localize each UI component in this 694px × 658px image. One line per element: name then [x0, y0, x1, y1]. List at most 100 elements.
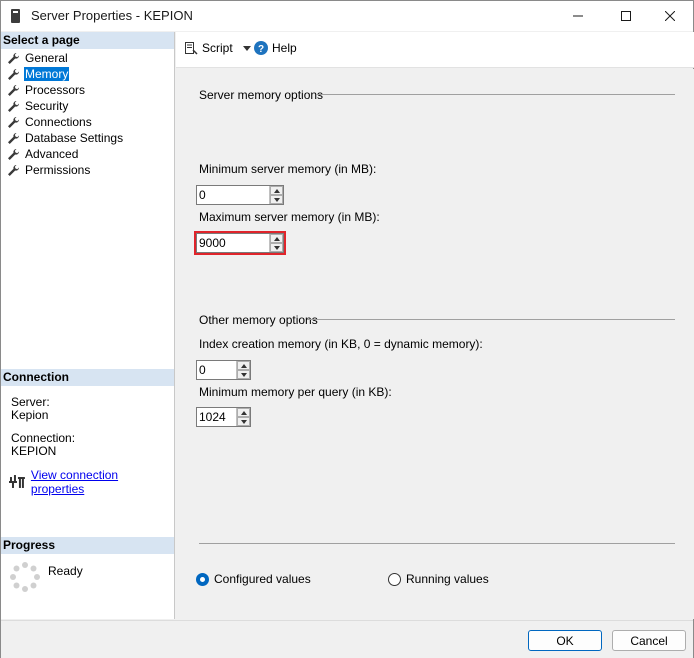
radio-button-unchecked[interactable] [388, 572, 401, 586]
stepper-up-button[interactable] [237, 408, 250, 417]
stepper-buttons [236, 361, 250, 379]
arrow-down-icon [240, 419, 247, 424]
bottom-divider [199, 543, 675, 544]
sidebar-item-label: Advanced [25, 147, 79, 161]
ok-button[interactable]: OK [528, 630, 602, 651]
chevron-down-icon[interactable] [242, 45, 251, 51]
svg-text:?: ? [258, 44, 264, 55]
wrench-icon [8, 52, 20, 64]
sidebar-item-label: General [25, 51, 68, 65]
help-label: Help [272, 41, 297, 55]
stepper-up-button[interactable] [237, 361, 250, 370]
min-server-memory-label: Minimum server memory (in MB): [199, 162, 377, 176]
sidebar-item-label: Database Settings [25, 131, 124, 145]
connection-icon [9, 475, 25, 488]
group-divider [316, 94, 675, 95]
sidebar-item-label: Memory [24, 67, 70, 81]
min-memory-per-query-stepper[interactable] [196, 407, 251, 427]
min-memory-per-query-label: Minimum memory per query (in KB): [199, 385, 392, 399]
sidebar-item-label: Security [25, 99, 69, 113]
sidebar-item-label: Connections [25, 115, 92, 129]
connection-info: Connection: KEPION [11, 432, 75, 458]
maximize-icon [621, 11, 631, 21]
sidebar-item-memory[interactable]: Memory [1, 66, 174, 82]
max-server-memory-label: Maximum server memory (in MB): [199, 210, 380, 224]
memory-page: Server memory options Minimum server mem… [176, 69, 694, 619]
running-values-radio[interactable]: Running values [388, 572, 489, 586]
progress-spinner-icon [10, 562, 40, 592]
cancel-button[interactable]: Cancel [612, 630, 686, 651]
index-creation-memory-label: Index creation memory (in KB, 0 = dynami… [199, 337, 483, 351]
stepper-down-button[interactable] [270, 243, 283, 252]
max-server-memory-input[interactable] [197, 234, 269, 252]
script-button[interactable]: Script [184, 41, 251, 55]
index-creation-memory-stepper[interactable] [196, 360, 251, 380]
configured-values-label: Configured values [214, 572, 311, 586]
index-creation-memory-input[interactable] [197, 361, 236, 379]
sidebar-item-connections[interactable]: Connections [1, 114, 174, 130]
window-title: Server Properties - KEPION [31, 8, 193, 23]
help-icon: ? [254, 41, 268, 55]
group-divider [307, 319, 675, 320]
arrow-down-icon [273, 197, 280, 202]
wrench-icon [8, 148, 20, 160]
progress-header: Progress [1, 537, 174, 554]
minimize-button[interactable] [555, 1, 601, 31]
arrow-up-icon [273, 188, 280, 193]
stepper-buttons [269, 234, 283, 252]
other-memory-options-title: Other memory options [199, 313, 318, 327]
view-connection-link[interactable]: View connection properties [31, 468, 174, 496]
min-server-memory-stepper[interactable] [196, 185, 284, 205]
arrow-up-icon [240, 363, 247, 368]
wrench-icon [8, 84, 20, 96]
sidebar-item-advanced[interactable]: Advanced [1, 146, 174, 162]
sidebar-item-label: Permissions [25, 163, 91, 177]
view-connection-properties[interactable]: View connection properties [9, 468, 174, 496]
server-memory-options-title: Server memory options [199, 88, 324, 102]
stepper-down-button[interactable] [237, 370, 250, 379]
maximize-button[interactable] [603, 1, 649, 31]
radio-button-checked[interactable] [196, 572, 209, 586]
wrench-icon [8, 68, 20, 80]
arrow-down-icon [273, 245, 280, 250]
wrench-icon [8, 100, 20, 112]
wrench-icon [8, 164, 20, 176]
left-pane: Select a page General Memory Processors … [1, 32, 175, 619]
sidebar-item-processors[interactable]: Processors [1, 82, 174, 98]
help-button[interactable]: ? Help [254, 41, 297, 55]
connection-value: KEPION [11, 444, 57, 458]
minimize-icon [573, 15, 583, 17]
server-app-icon [11, 9, 20, 23]
stepper-up-button[interactable] [270, 186, 283, 195]
select-page-header: Select a page [1, 32, 174, 49]
title-bar[interactable]: Server Properties - KEPION [1, 1, 693, 31]
progress-status: Ready [48, 564, 83, 578]
arrow-down-icon [240, 372, 247, 377]
server-properties-dialog: Server Properties - KEPION Select a page… [0, 0, 694, 658]
page-list: General Memory Processors Security Conne… [1, 50, 174, 178]
toolbar: Script ? Help [176, 32, 694, 68]
arrow-up-icon [240, 410, 247, 415]
stepper-down-button[interactable] [270, 195, 283, 204]
stepper-up-button[interactable] [270, 234, 283, 243]
max-server-memory-stepper[interactable] [196, 233, 284, 253]
close-icon [665, 11, 675, 21]
configured-values-radio[interactable]: Configured values [196, 572, 311, 586]
sidebar-item-general[interactable]: General [1, 50, 174, 66]
stepper-buttons [269, 186, 283, 204]
wrench-icon [8, 116, 20, 128]
connection-header: Connection [1, 369, 174, 386]
wrench-icon [8, 132, 20, 144]
arrow-up-icon [273, 236, 280, 241]
close-button[interactable] [647, 1, 693, 31]
script-icon [185, 42, 198, 55]
sidebar-item-security[interactable]: Security [1, 98, 174, 114]
running-values-label: Running values [406, 572, 489, 586]
stepper-down-button[interactable] [237, 417, 250, 426]
sidebar-item-label: Processors [25, 83, 86, 97]
sidebar-item-permissions[interactable]: Permissions [1, 162, 174, 178]
sidebar-item-database-settings[interactable]: Database Settings [1, 130, 174, 146]
min-server-memory-input[interactable] [197, 186, 269, 204]
min-memory-per-query-input[interactable] [197, 408, 236, 426]
stepper-buttons [236, 408, 250, 426]
